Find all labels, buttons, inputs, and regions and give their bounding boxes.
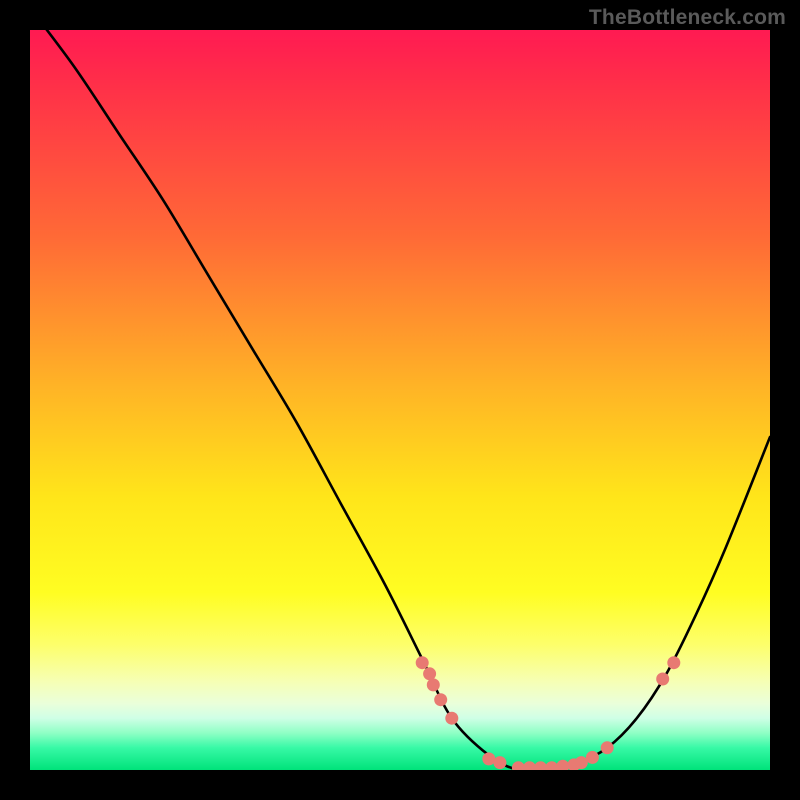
data-marker xyxy=(586,751,599,764)
data-marker xyxy=(434,693,447,706)
attribution-label: TheBottleneck.com xyxy=(589,6,786,30)
data-marker xyxy=(427,678,440,691)
data-marker xyxy=(512,761,525,770)
chart-svg xyxy=(30,30,770,770)
chart-container: TheBottleneck.com xyxy=(0,0,800,800)
plot-area xyxy=(30,30,770,770)
data-marker xyxy=(601,741,614,754)
data-marker xyxy=(556,760,569,770)
data-marker xyxy=(416,656,429,669)
data-marker xyxy=(534,761,547,770)
data-marker xyxy=(667,656,680,669)
data-marker xyxy=(523,761,536,770)
data-marker xyxy=(493,756,506,769)
data-marker xyxy=(656,672,669,685)
data-marker xyxy=(575,756,588,769)
data-marker xyxy=(545,761,558,770)
data-marker xyxy=(445,712,458,725)
data-marker xyxy=(482,752,495,765)
data-marker xyxy=(423,667,436,680)
bottleneck-curve xyxy=(30,30,770,770)
